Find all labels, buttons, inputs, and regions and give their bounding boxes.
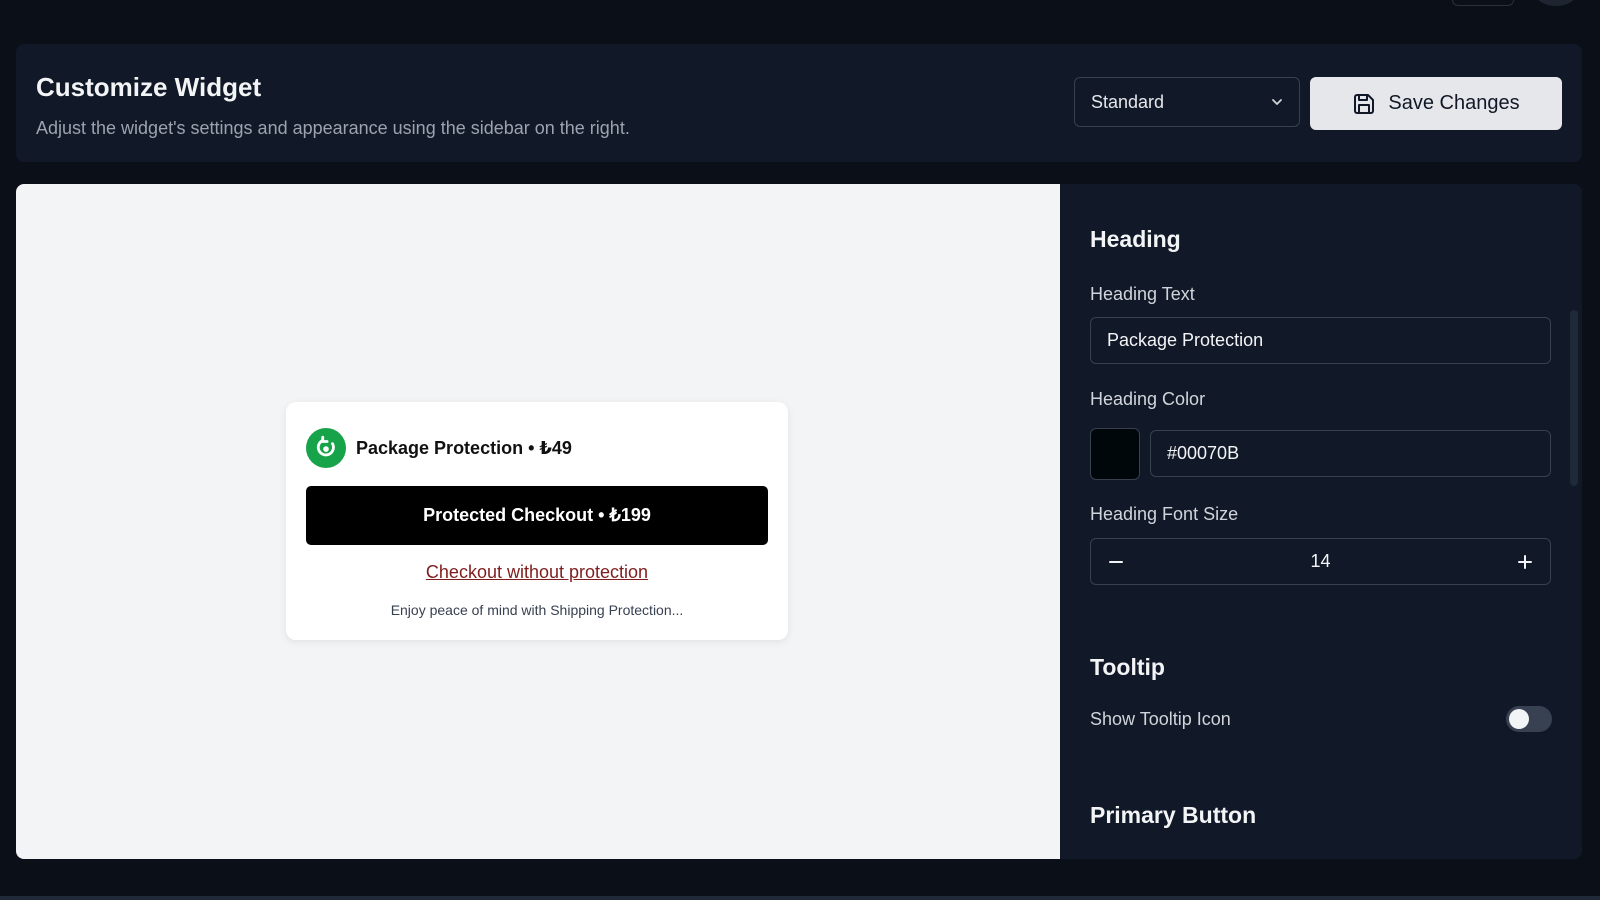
increase-font-size-button[interactable] — [1500, 539, 1550, 584]
heading-font-size-stepper: 14 — [1090, 538, 1551, 585]
widget-description: Enjoy peace of mind with Shipping Protec… — [390, 602, 684, 618]
heading-color-label: Heading Color — [1090, 389, 1206, 409]
bottom-divider — [0, 896, 1600, 900]
decrease-font-size-button[interactable] — [1091, 539, 1141, 584]
top-bar-button[interactable] — [1452, 0, 1514, 6]
save-changes-button[interactable]: Save Changes — [1310, 77, 1562, 130]
widget-card: Package Protection • ₺49 Protected Check… — [286, 402, 788, 640]
minus-icon — [1109, 560, 1123, 563]
show-tooltip-icon-label: Show Tooltip Icon — [1090, 709, 1231, 729]
page-title: Customize Widget — [36, 72, 262, 102]
heading-color-input[interactable] — [1150, 430, 1551, 477]
primary-button-section-title: Primary Button — [1090, 802, 1257, 828]
heading-color-swatch[interactable] — [1090, 428, 1140, 480]
brand-logo — [306, 428, 346, 468]
template-select[interactable]: Standard — [1074, 77, 1300, 127]
checkout-without-protection-link[interactable]: Checkout without protection — [286, 562, 788, 583]
page-subtitle: Adjust the widget's settings and appeara… — [36, 118, 630, 138]
protected-checkout-button[interactable]: Protected Checkout • ₺199 — [306, 486, 768, 545]
show-tooltip-icon-toggle[interactable] — [1506, 706, 1552, 732]
widget-heading: Package Protection • ₺49 — [356, 438, 572, 458]
avatar[interactable] — [1536, 0, 1576, 6]
heading-section-title: Heading — [1090, 226, 1181, 252]
heading-font-size-label: Heading Font Size — [1090, 504, 1239, 524]
heading-text-label: Heading Text — [1090, 284, 1195, 304]
heading-text-input[interactable] — [1090, 317, 1551, 364]
heading-font-size-value[interactable]: 14 — [1091, 539, 1550, 584]
save-icon — [1354, 93, 1375, 114]
toggle-knob — [1509, 709, 1529, 729]
settings-sidebar: Heading Heading Text Heading Color Headi… — [1060, 184, 1582, 859]
chevron-down-icon — [1272, 99, 1282, 105]
top-bar — [0, 0, 1600, 44]
tooltip-section-title: Tooltip — [1090, 654, 1165, 680]
refresh-shield-icon — [316, 435, 335, 457]
sidebar-scrollbar[interactable] — [1570, 310, 1578, 486]
save-changes-label: Save Changes — [1388, 92, 1520, 114]
template-select-value: Standard — [1091, 91, 1165, 112]
page-header: Customize Widget Adjust the widget's set… — [16, 44, 1582, 162]
widget-preview-area: Package Protection • ₺49 Protected Check… — [16, 184, 1060, 859]
plus-icon — [1518, 554, 1532, 569]
